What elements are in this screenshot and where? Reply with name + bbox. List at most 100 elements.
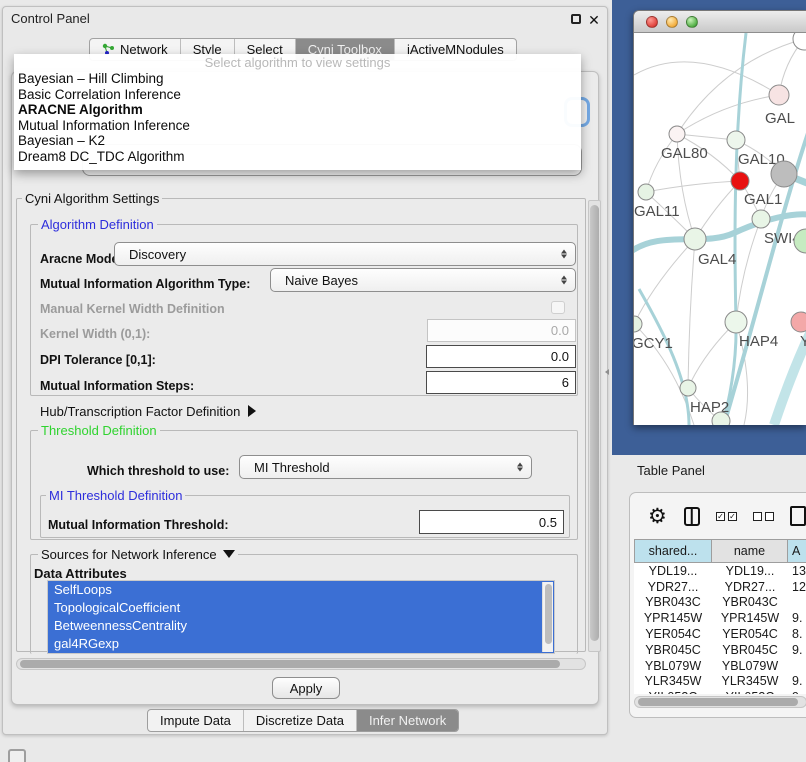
dpi-tolerance-field[interactable]: 0.0	[426, 345, 576, 368]
node[interactable]	[771, 161, 797, 187]
table-cell: YPR145W	[712, 610, 788, 626]
node-y[interactable]	[791, 312, 806, 332]
network-canvas[interactable]: GALGAL80GAL10GAL1GAL11SWI4GAL4GCY1HAP4YH…	[634, 33, 806, 425]
corner-button[interactable]	[8, 749, 26, 762]
table-row[interactable]: YBL079WYBL079W	[634, 658, 806, 674]
network-edge[interactable]	[688, 239, 695, 388]
table-row[interactable]: YBR043CYBR043C	[634, 595, 806, 611]
split-columns-icon[interactable]	[684, 507, 700, 526]
table-panel: ⚙ ✓✓ shared...nameAYDL19...YDL19...13YDR…	[629, 492, 806, 718]
collapsed-arrow-icon	[248, 405, 256, 417]
mi-threshold-field[interactable]: 0.5	[419, 510, 564, 534]
stepper-icon	[517, 463, 523, 472]
node-swi4[interactable]	[752, 210, 770, 228]
table-cell: 9	[788, 689, 806, 694]
node-gal[interactable]	[769, 85, 789, 105]
network-edge[interactable]	[646, 134, 677, 192]
node-table[interactable]: shared...nameAYDL19...YDL19...13YDR27...…	[634, 539, 806, 694]
column-header[interactable]: A	[788, 539, 806, 563]
node-gal1[interactable]	[731, 172, 749, 190]
algorithm-option[interactable]: Basic Correlation Inference	[14, 87, 581, 103]
manual-kernel-width-checkbox[interactable]	[551, 301, 565, 314]
apply-button[interactable]: Apply	[272, 677, 340, 699]
minimize-traffic-light-icon[interactable]	[666, 16, 678, 28]
node-hap2[interactable]	[680, 380, 696, 396]
node-gal4[interactable]	[684, 228, 706, 250]
tab-infer-network[interactable]: Infer Network	[357, 710, 458, 731]
attribute-item[interactable]: SelfLoops	[48, 581, 554, 599]
mi-algorithm-type-select[interactable]: Naive Bayes	[270, 268, 576, 292]
column-header[interactable]: shared...	[634, 539, 712, 563]
network-edge[interactable]	[639, 289, 689, 425]
settings-horizontal-scrollbar[interactable]	[16, 658, 586, 670]
table-cell: YBR045C	[634, 642, 712, 658]
network-edge[interactable]	[634, 62, 779, 95]
list-scrollbar[interactable]	[542, 582, 553, 652]
mi-steps-field[interactable]: 6	[426, 371, 576, 394]
node-gal80[interactable]	[669, 126, 685, 142]
tab-impute-data[interactable]: Impute Data	[148, 710, 244, 731]
cyni-bottom-tabbar: Impute DataDiscretize DataInfer Network	[147, 709, 459, 732]
attribute-item[interactable]: TopologicalCoefficient	[48, 599, 554, 617]
table-row[interactable]: YDR27...YDR27...12	[634, 579, 806, 595]
screen: Control Panel ✕ NetworkStyleSelectCyni T…	[0, 0, 806, 762]
settings-gear-icon[interactable]: ⚙	[648, 506, 667, 527]
node-gal10[interactable]	[727, 131, 745, 149]
kernel-width-field[interactable]: 0.0	[427, 319, 576, 342]
sources-group-title[interactable]: Sources for Network Inference	[38, 548, 238, 561]
column-header[interactable]: name	[712, 539, 788, 563]
algorithm-option[interactable]: Dream8 DC_TDC Algorithm	[14, 149, 581, 165]
algorithm-option[interactable]: Bayesian – K2	[14, 133, 581, 149]
table-toolbar: ⚙ ✓✓	[630, 493, 806, 539]
algorithm-option[interactable]: Bayesian – Hill Climbing	[14, 71, 581, 87]
table-cell: 13	[788, 563, 806, 579]
new-table-icon[interactable]	[790, 506, 806, 526]
close-traffic-light-icon[interactable]	[646, 16, 658, 28]
table-row[interactable]: YIL053CYIL053C9	[634, 689, 806, 694]
deselect-all-icon[interactable]	[753, 512, 774, 521]
network-edge[interactable]	[646, 181, 740, 192]
table-cell: YIL053C	[712, 689, 788, 694]
node[interactable]	[712, 412, 730, 425]
table-cell: YIL053C	[634, 689, 712, 694]
data-attributes-list[interactable]: SelfLoopsTopologicalCoefficientBetweenne…	[47, 580, 555, 654]
table-horizontal-scrollbar[interactable]	[634, 696, 806, 708]
cyni-settings-group-title: Cyni Algorithm Settings	[22, 192, 162, 205]
aracne-mode-select[interactable]: Discovery	[114, 242, 576, 266]
table-cell	[788, 595, 806, 611]
node[interactable]	[793, 33, 806, 50]
panel-divider-handle[interactable]	[604, 367, 611, 377]
algorithm-option[interactable]: ARACNE Algorithm	[14, 102, 581, 118]
attribute-item[interactable]: gal4RGexp	[48, 635, 554, 653]
select-all-icon[interactable]: ✓✓	[716, 512, 737, 521]
node-gal11[interactable]	[638, 184, 654, 200]
table-row[interactable]: YDL19...YDL19...13	[634, 563, 806, 579]
network-edge[interactable]	[677, 95, 779, 134]
hub-tf-definition-toggle[interactable]: Hub/Transcription Factor Definition	[40, 404, 256, 419]
float-window-icon[interactable]	[571, 14, 581, 24]
table-cell: YDL19...	[634, 563, 712, 579]
node-gcy1[interactable]	[634, 316, 642, 332]
table-row[interactable]: YLR345WYLR345W9.	[634, 674, 806, 690]
zoom-traffic-light-icon[interactable]	[686, 16, 698, 28]
node-hap4[interactable]	[725, 311, 747, 333]
network-edge[interactable]	[634, 239, 695, 324]
network-edge[interactable]	[688, 322, 736, 388]
attribute-item[interactable]: BetweennessCentrality	[48, 617, 554, 635]
table-row[interactable]: YPR145WYPR145W9.	[634, 610, 806, 626]
algorithm-option[interactable]: Mutual Information Inference	[14, 118, 581, 134]
network-window-titlebar[interactable]	[634, 11, 806, 33]
table-row[interactable]: YER054CYER054C8.	[634, 626, 806, 642]
table-cell: YLR345W	[712, 674, 788, 690]
table-cell: YPR145W	[634, 610, 712, 626]
settings-vertical-scrollbar[interactable]	[588, 200, 601, 652]
table-cell: YDL19...	[712, 563, 788, 579]
close-icon[interactable]: ✕	[588, 14, 600, 26]
table-row[interactable]: YBR045CYBR045C9.	[634, 642, 806, 658]
which-threshold-select[interactable]: MI Threshold	[239, 455, 532, 479]
table-cell: YLR345W	[634, 674, 712, 690]
table-cell: YDR27...	[634, 579, 712, 595]
manual-kernel-width-label: Manual Kernel Width Definition	[40, 302, 225, 316]
dropdown-prompt: Select algorithm to view settings	[14, 55, 581, 71]
tab-discretize-data[interactable]: Discretize Data	[244, 710, 357, 731]
